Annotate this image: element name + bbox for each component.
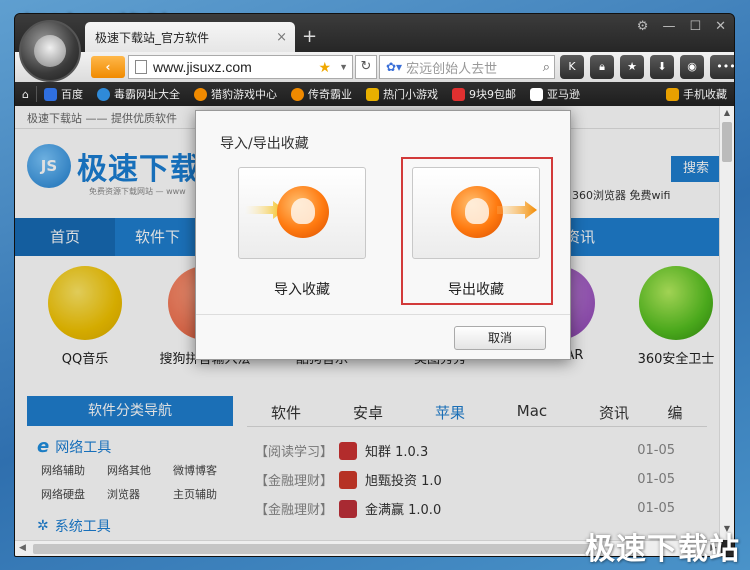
scroll-thumb[interactable] [33,544,593,554]
vertical-scrollbar[interactable]: ▲ ▼ [719,106,734,540]
refresh-button[interactable]: ↻ [355,55,377,79]
browser-window: 极速下载站_官方软件 × + ⚙ — ☐ ✕ ‹ www.jisuxz.com … [14,13,735,557]
back-button[interactable]: ‹ [91,56,125,78]
import-label: 导入收藏 [274,282,330,298]
web-page: 极速下载站 —— 提供优质软件 JS 极速下载 免费资源下载网站 — www 搜… [15,106,721,540]
bookmark-item[interactable]: 9块9包邮 [445,86,523,102]
amazon-icon [529,87,543,101]
skin-icon[interactable]: ⚙ [637,19,649,34]
search-icon[interactable]: ⌕ [543,60,550,75]
search-box[interactable]: ✿▾ 宏远创始人去世 ⌕ [379,55,555,79]
bookmark-label: 手机收藏 [683,88,727,101]
bookmark-label: 传奇霸业 [307,88,352,101]
folder-icon [666,87,679,101]
home-icon: ⌂ [22,87,29,101]
tab-close-icon[interactable]: × [276,30,287,45]
lock-icon[interactable]: 🔒︎ [590,55,614,79]
import-favorites-button[interactable] [238,167,366,259]
address-bar[interactable]: www.jisuxz.com ★ ▼ [128,55,353,79]
bookmark-label: 猎豹游戏中心 [210,88,277,101]
bookmark-item[interactable]: 亚马逊 [523,86,587,102]
bookmark-item[interactable]: 热门小游戏 [359,86,445,102]
bookmark-label: 亚马逊 [546,88,580,101]
highlight-box [401,157,553,305]
scroll-left-icon[interactable]: ◀ [19,543,26,553]
bookmark-label: 毒霸网址大全 [113,88,180,101]
star-icon[interactable]: ★ [620,55,644,79]
maximize-icon[interactable]: ☐ [689,19,701,34]
bookmark-home[interactable]: ⌂ [15,88,36,101]
bookmark-item[interactable]: 百度 [37,86,90,102]
cheetah-icon [34,35,66,67]
tab-active[interactable]: 极速下载站_官方软件 × [85,22,295,52]
menu-icon[interactable]: ••• [710,55,734,79]
game-icon[interactable]: ◉ [680,55,704,79]
address-row: ‹ www.jisuxz.com ★ ▼ ↻ ✿▾ 宏远创始人去世 ⌕ K 🔒︎… [15,52,734,82]
bookmark-label: 百度 [60,88,83,101]
bookmark-bar: ⌂ 百度 毒霸网址大全 猎豹游戏中心 传奇霸业 热门小游戏 9块9包邮 亚马逊 … [15,82,734,106]
bookmark-item[interactable]: 猎豹游戏中心 [187,86,284,102]
bookmark-item[interactable]: 毒霸网址大全 [90,86,187,102]
cheetah-orb-icon [277,186,329,238]
watermark-bottom: 极速下载站 [585,532,740,567]
baidu-icon [43,87,57,101]
close-icon[interactable]: ✕ [715,19,726,34]
search-engine-icon[interactable]: ✿▾ [386,60,402,74]
search-placeholder: 宏远创始人去世 [406,61,498,77]
liebao-icon [193,87,207,101]
minimize-icon[interactable]: — [662,19,675,34]
folder-icon [365,87,379,101]
url-text: www.jisuxz.com [153,59,252,75]
browser-logo[interactable] [19,20,81,82]
window-controls: ⚙ — ☐ ✕ [637,19,726,34]
bookmark-item[interactable]: 传奇霸业 [284,86,359,102]
k-icon[interactable]: K [560,55,584,79]
tab-strip: 极速下载站_官方软件 × + ⚙ — ☐ ✕ [15,14,734,52]
tab-title: 极速下载站_官方软件 [95,30,210,45]
download-icon[interactable]: ⬇ [650,55,674,79]
import-export-dialog: 导入/导出收藏 导入收藏 导出收藏 取消 [195,110,571,360]
dialog-divider [196,314,570,315]
game-icon [290,87,304,101]
bookmark-label: 热门小游戏 [382,88,438,101]
toolbar-buttons: K 🔒︎ ★ ⬇ ◉ ••• [560,55,734,79]
new-tab-button[interactable]: + [302,26,317,47]
scroll-up-icon[interactable]: ▲ [720,108,734,122]
duba-icon [96,87,110,101]
page-icon [135,60,147,74]
bookmark-label: 9块9包邮 [468,88,516,101]
tag-icon [451,87,465,101]
dialog-title: 导入/导出收藏 [220,136,309,152]
favorite-star-icon[interactable]: ★ [319,59,332,76]
bookmark-mobile[interactable]: 手机收藏 [659,86,734,102]
cancel-button[interactable]: 取消 [454,326,546,350]
scroll-thumb[interactable] [722,122,732,162]
url-dropdown-icon[interactable]: ▼ [339,62,348,72]
